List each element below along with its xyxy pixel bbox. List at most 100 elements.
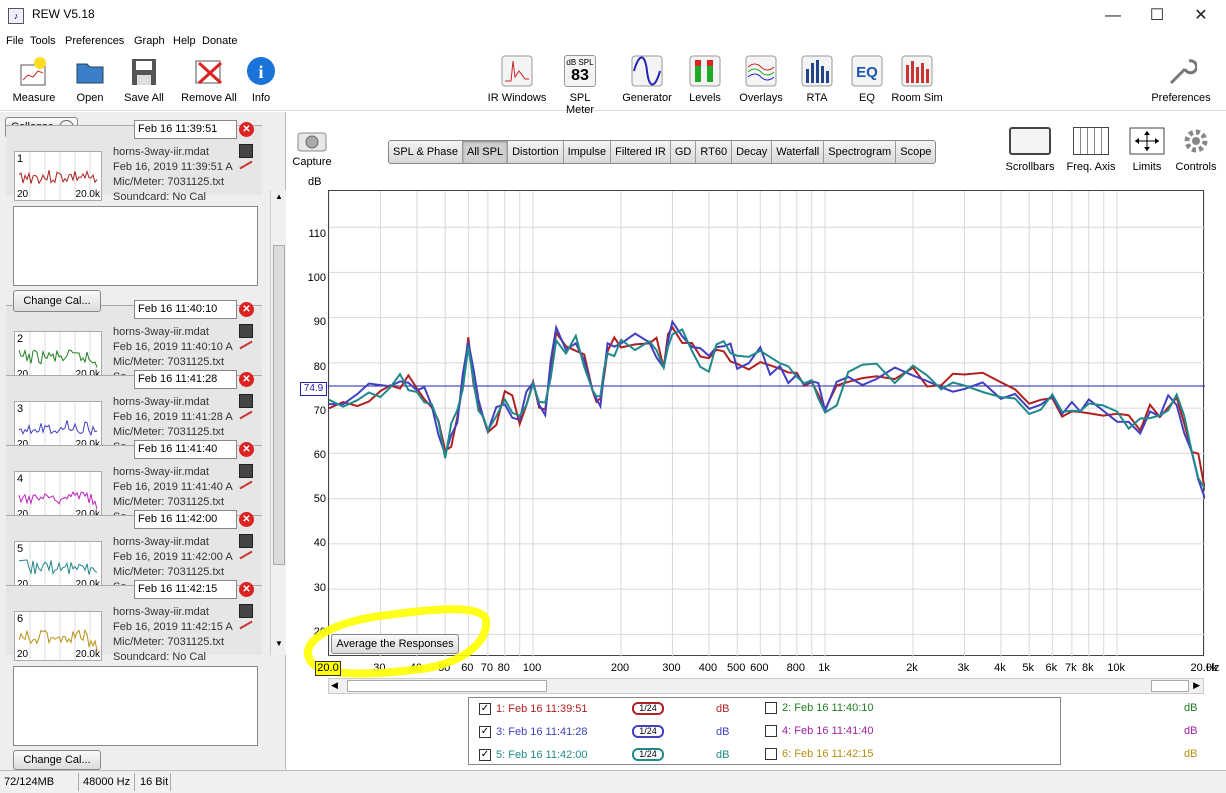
menu-donate[interactable]: Donate (202, 35, 237, 47)
remove-all-button[interactable]: Remove All (178, 55, 240, 104)
smoothing-badge[interactable]: 1/24 (632, 702, 664, 715)
tab-gd[interactable]: GD (671, 141, 697, 163)
measurement-name-field[interactable]: Feb 16 11:40:10 (134, 300, 237, 319)
measurement-name-field[interactable]: Feb 16 11:41:40 (134, 440, 237, 459)
limits-button[interactable]: Limits (1128, 127, 1166, 173)
generator-button[interactable]: Generator (620, 55, 674, 104)
capture-button[interactable]: Capture (292, 130, 332, 168)
menu-help[interactable]: Help (173, 35, 196, 47)
scrollbars-button[interactable]: Scrollbars (1004, 127, 1056, 173)
tab-waterfall[interactable]: Waterfall (772, 141, 825, 163)
edit-icon[interactable] (239, 324, 253, 338)
scroll-up-icon[interactable]: ▲ (273, 192, 285, 206)
x-tick-label: 1k (818, 662, 830, 674)
measurement-thumbnail[interactable]: 32020.0k (14, 401, 102, 451)
edit-icon[interactable] (239, 604, 253, 618)
spl-graph[interactable] (328, 190, 1205, 657)
close-button[interactable]: ✕ (1178, 3, 1224, 29)
tab-distortion[interactable]: Distortion (508, 141, 564, 163)
measure-button[interactable]: Measure (10, 55, 58, 104)
tab-impulse[interactable]: Impulse (564, 141, 612, 163)
edit-icon[interactable] (239, 464, 253, 478)
minimize-button[interactable]: — (1090, 3, 1136, 29)
measurement-name-field[interactable]: Feb 16 11:41:28 (134, 370, 237, 389)
room-sim-button[interactable]: Room Sim (890, 55, 944, 104)
scroll-left-icon[interactable]: ◀ (331, 680, 338, 691)
ir-windows-button[interactable]: IR Windows (486, 55, 548, 104)
freq-axis-button[interactable]: Freq. Axis (1064, 127, 1118, 173)
overlays-button[interactable]: Overlays (738, 55, 784, 104)
levels-button[interactable]: Levels (686, 55, 724, 104)
remove-measurement-icon[interactable]: ✕ (239, 302, 254, 317)
measurement-card[interactable]: Feb 16 11:42:00✕ 52020.0k horns-3way-iir.m… (6, 510, 262, 593)
legend-checkbox[interactable] (765, 702, 777, 714)
notes-area-1[interactable] (13, 206, 258, 286)
measurement-card[interactable]: Feb 16 11:39:51 ✕ 1 20 20.0k horns-3way-iir.m… (6, 120, 262, 203)
remove-measurement-icon[interactable]: ✕ (239, 122, 254, 137)
panel-scrollbar[interactable]: ▲ ▼ (270, 190, 286, 655)
legend-checkbox[interactable] (765, 748, 777, 760)
measurement-card[interactable]: Feb 16 11:41:28✕ 32020.0k horns-3way-iir.m… (6, 370, 262, 453)
measurement-thumbnail[interactable]: 6 20 20.0k (14, 611, 102, 661)
edit-icon[interactable] (239, 534, 253, 548)
measurement-card[interactable]: Feb 16 11:40:10✕ 22020.0k horns-3way-iir.m… (6, 300, 262, 383)
spl-meter-button[interactable]: dB SPL 83 SPL Meter (555, 55, 605, 116)
tab-all-spl[interactable]: All SPL (463, 141, 509, 163)
line-style-icon[interactable] (239, 160, 253, 170)
line-style-icon[interactable] (239, 340, 253, 350)
line-style-icon[interactable] (239, 410, 253, 420)
change-cal-button-top[interactable]: Change Cal... (13, 290, 101, 312)
legend-checkbox[interactable]: ✓ (479, 748, 491, 761)
measurement-name-field[interactable]: Feb 16 11:39:51 (134, 120, 237, 139)
notes-area-2[interactable] (13, 666, 258, 746)
remove-measurement-icon[interactable]: ✕ (239, 582, 254, 597)
remove-measurement-icon[interactable]: ✕ (239, 442, 254, 457)
menu-preferences[interactable]: Preferences (65, 35, 124, 47)
measurement-name-field[interactable]: Feb 16 11:42:15 (134, 580, 237, 599)
measurement-thumbnail[interactable]: 1 20 20.0k (14, 151, 102, 201)
tab-rt60[interactable]: RT60 (696, 141, 733, 163)
tab-spectrogram[interactable]: Spectrogram (824, 141, 897, 163)
edit-icon[interactable] (239, 394, 253, 408)
smoothing-badge[interactable]: 1/24 (632, 725, 664, 738)
menu-tools[interactable]: Tools (30, 35, 56, 47)
h-scroll-thumb[interactable] (347, 680, 547, 692)
edit-icon[interactable] (239, 144, 253, 158)
smoothing-badge[interactable]: 1/24 (632, 748, 664, 761)
line-style-icon[interactable] (239, 620, 253, 630)
measurement-thumbnail[interactable]: 42020.0k (14, 471, 102, 521)
tab-scope[interactable]: Scope (896, 141, 935, 163)
eq-button[interactable]: EQ EQ (851, 55, 883, 104)
tab-spl-phase[interactable]: SPL & Phase (389, 141, 464, 163)
controls-button[interactable]: Controls (1174, 127, 1218, 173)
measurement-card[interactable]: Feb 16 11:42:15 ✕ 6 20 20.0k horns-3way-iir.m… (6, 580, 262, 663)
legend-checkbox[interactable]: ✓ (479, 702, 491, 715)
scroll-thumb[interactable] (273, 245, 285, 565)
measurement-name-field[interactable]: Feb 16 11:42:00 (134, 510, 237, 529)
scroll-down-icon[interactable]: ▼ (273, 639, 285, 653)
measurement-thumbnail[interactable]: 22020.0k (14, 331, 102, 381)
info-button[interactable]: i Info (245, 55, 277, 104)
preferences-button[interactable]: Preferences (1150, 55, 1212, 104)
legend-checkbox[interactable] (765, 725, 777, 737)
menu-file[interactable]: File (6, 35, 24, 47)
tab-decay[interactable]: Decay (732, 141, 773, 163)
remove-measurement-icon[interactable]: ✕ (239, 372, 254, 387)
scroll-right-icon[interactable]: ▶ (1193, 680, 1200, 691)
line-style-icon[interactable] (239, 480, 253, 490)
graph-horizontal-scrollbar[interactable]: ◀ ▶ (328, 678, 1204, 694)
rta-button[interactable]: RTA (801, 55, 833, 104)
maximize-button[interactable]: ☐ (1134, 3, 1180, 29)
change-cal-button-bottom[interactable]: Change Cal... (13, 750, 101, 770)
measurement-thumbnail[interactable]: 52020.0k (14, 541, 102, 591)
remove-measurement-icon[interactable]: ✕ (239, 512, 254, 527)
legend-checkbox[interactable]: ✓ (479, 725, 491, 738)
open-button[interactable]: Open (70, 55, 110, 104)
save-all-button[interactable]: Save All (121, 55, 167, 104)
line-style-icon[interactable] (239, 550, 253, 560)
h-scroll-thumb-right[interactable] (1151, 680, 1189, 692)
eq-label: EQ (859, 92, 875, 104)
measurement-card[interactable]: Feb 16 11:41:40✕ 42020.0k horns-3way-iir.m… (6, 440, 262, 523)
menu-graph[interactable]: Graph (134, 35, 165, 47)
tab-filtered-ir[interactable]: Filtered IR (611, 141, 671, 163)
